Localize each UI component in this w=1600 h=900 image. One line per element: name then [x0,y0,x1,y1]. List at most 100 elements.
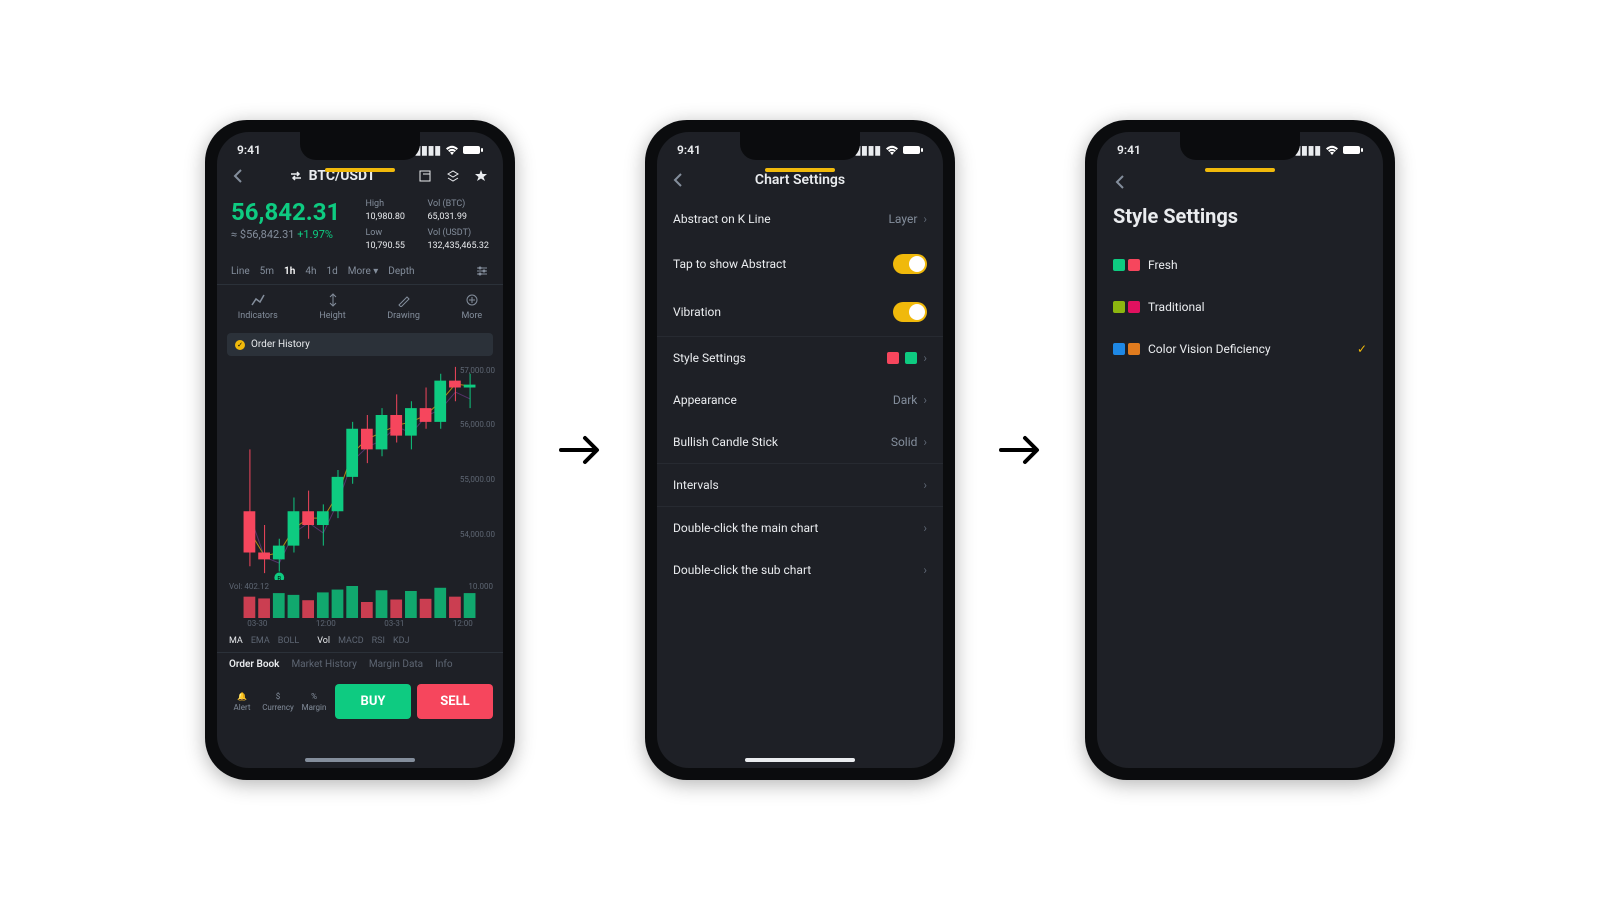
tool-drawing[interactable]: Drawing [387,293,420,321]
external-icon[interactable] [417,168,433,184]
opt-fresh[interactable]: Fresh [1097,244,1383,286]
tab-orderbook[interactable]: Order Book [229,659,279,670]
opt-cvd[interactable]: Color Vision Deficiency ✓ [1097,328,1383,370]
ind-ma[interactable]: MA [229,636,243,646]
chevron-right-icon: › [923,521,927,535]
opt-traditional[interactable]: Traditional [1097,286,1383,328]
status-icons: ▮▮▮▮ [415,143,483,157]
tab-market-history[interactable]: Market History [291,659,356,670]
notch [740,132,860,160]
order-history-banner[interactable]: ✓ Order History [227,333,493,356]
home-indicator[interactable] [745,758,855,762]
volume-chart[interactable]: Vol: 402.12 10.000 03-30 12:00 03-31 12:… [223,580,497,630]
swatch-red [1128,259,1140,271]
tf-5m[interactable]: 5m [260,266,274,277]
swap-icon [289,169,303,183]
y-tick: 57,000.00 [460,366,495,375]
tf-line[interactable]: Line [231,266,250,277]
phone-style-settings: 9:41 ▮▮▮▮ Style Settings Fresh Tradition… [1085,120,1395,780]
toggle-on[interactable] [893,302,927,322]
notch-pill [765,168,835,172]
back-icon[interactable] [1113,174,1129,190]
settings-icon[interactable] [475,264,489,278]
back-icon[interactable] [671,172,687,188]
wifi-icon [1325,145,1339,155]
swatch-green [1113,259,1125,271]
style-header [1097,168,1383,204]
tf-depth[interactable]: Depth [388,266,414,277]
tf-1h[interactable]: 1h [284,266,295,277]
tf-4h[interactable]: 4h [305,266,316,277]
style-title: Style Settings [1097,204,1383,244]
candlestick-chart[interactable]: B54,123.32 57,000.00 56,000.00 55,000.00… [223,360,497,580]
row-abstract[interactable]: Abstract on K Line Layer› [657,198,943,240]
sell-button[interactable]: SELL [417,684,493,719]
notch-pill [325,168,395,172]
bottom-action-bar: 🔔Alert $Currency %Margin BUY SELL [217,676,503,727]
tool-more[interactable]: More [461,293,482,321]
approx-price: ≈ $56,842.31 +1.97% [231,228,340,241]
mini-alert[interactable]: 🔔Alert [227,692,257,712]
wifi-icon [885,145,899,155]
row-vibration[interactable]: Vibration [657,288,943,337]
chevron-right-icon: › [923,212,927,226]
buy-button[interactable]: BUY [335,684,411,719]
status-icons: ▮▮▮▮ [1295,143,1363,157]
tab-margin-data[interactable]: Margin Data [369,659,423,670]
ind-kdj[interactable]: KDJ [393,636,410,646]
settings-header: Chart Settings [657,168,943,198]
swatch-orange [1128,343,1140,355]
row-appearance[interactable]: Appearance Dark› [657,379,943,421]
star-icon[interactable] [473,168,489,184]
ind-rsi[interactable]: RSI [372,636,385,646]
row-bullish[interactable]: Bullish Candle Stick Solid› [657,421,943,464]
status-time: 9:41 [677,143,701,157]
notch [1180,132,1300,160]
last-price: 56,842.31 [231,198,340,226]
battery-icon [1343,145,1363,155]
x-tick: 12:00 [453,619,473,628]
settings-title: Chart Settings [687,172,913,188]
back-icon[interactable] [231,168,247,184]
home-indicator[interactable] [305,758,415,762]
battery-icon [903,145,923,155]
ind-vol[interactable]: Vol [317,636,330,646]
x-tick: 03-30 [247,619,267,628]
vol-label: Vol: 402.12 [229,582,269,591]
ind-ema[interactable]: EMA [251,636,270,646]
row-intervals[interactable]: Intervals › [657,464,943,507]
indicator-tabs: MA EMA BOLL Vol MACD RSI KDJ [217,630,503,652]
tf-more[interactable]: More ▾ [348,266,379,277]
status-time: 9:41 [1117,143,1141,157]
x-tick: 03-31 [384,619,404,628]
tab-info[interactable]: Info [435,659,452,670]
phone-trading: 9:41 ▮▮▮▮ BTC/USDT [205,120,515,780]
row-style-settings[interactable]: Style Settings › [657,337,943,379]
tf-1d[interactable]: 1d [326,266,337,277]
trading-screen: 9:41 ▮▮▮▮ BTC/USDT [217,132,503,768]
status-icons: ▮▮▮▮ [855,143,923,157]
swatch-red [887,352,899,364]
chevron-right-icon: › [923,435,927,449]
row-dc-main[interactable]: Double-click the main chart › [657,507,943,549]
chart-settings-screen: 9:41 ▮▮▮▮ Chart Settings Abstract on K L… [657,132,943,768]
y-tick: 56,000.00 [460,420,495,429]
row-tap-abstract[interactable]: Tap to show Abstract [657,240,943,288]
flow-arrow-icon [995,425,1045,475]
mini-margin[interactable]: %Margin [299,692,329,712]
swatch-olive [1113,301,1125,313]
toggle-on[interactable] [893,254,927,274]
layers-icon[interactable] [445,168,461,184]
percent-icon: % [311,692,317,701]
ind-macd[interactable]: MACD [338,636,364,646]
wifi-icon [445,145,459,155]
tool-height[interactable]: Height [319,293,345,321]
check-icon: ✓ [1357,342,1367,356]
vol-scale: 10.000 [468,582,493,591]
mini-currency[interactable]: $Currency [263,692,293,712]
ind-boll[interactable]: BOLL [278,636,300,646]
check-icon: ✓ [235,340,245,350]
row-dc-sub[interactable]: Double-click the sub chart › [657,549,943,591]
dollar-icon: $ [276,692,281,701]
tool-indicators[interactable]: Indicators [238,293,278,321]
